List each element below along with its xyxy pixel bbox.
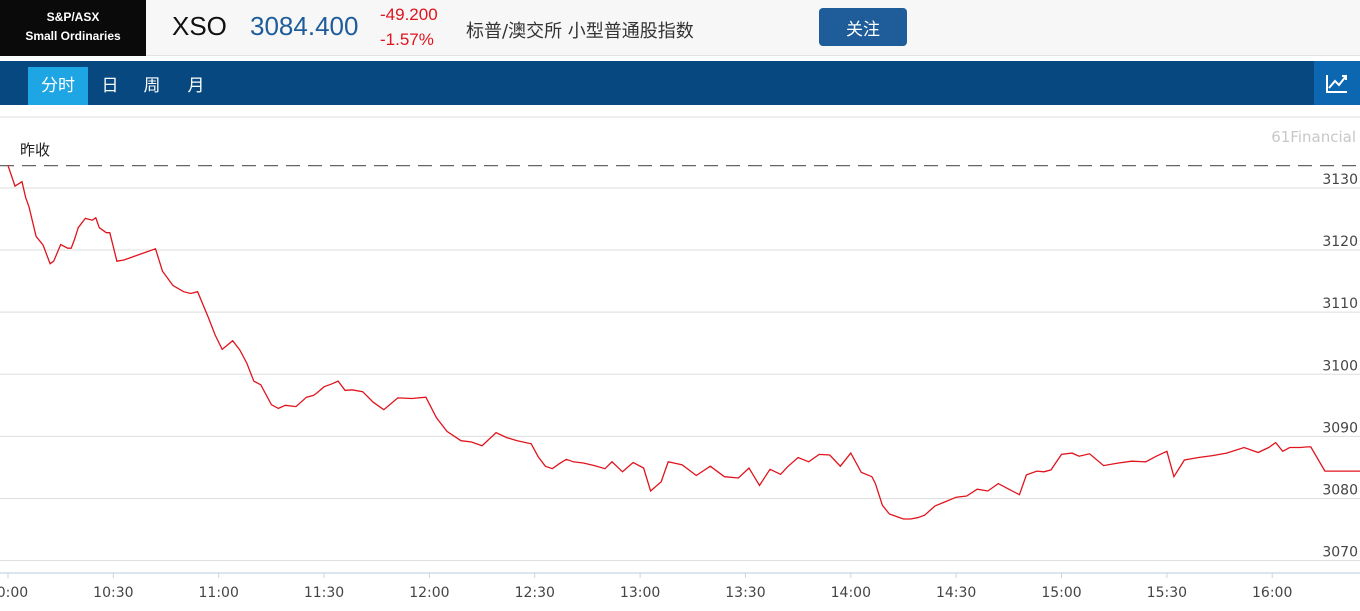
x-tick-label: 11:30 (304, 585, 344, 601)
x-tick-label: 15:30 (1147, 585, 1187, 601)
y-tick-label: 3090 (1322, 420, 1358, 436)
tab-weekly[interactable]: 周 (134, 67, 170, 105)
price-line (7, 165, 1360, 520)
y-tick-label: 3120 (1322, 234, 1358, 250)
tab-intraday[interactable]: 分时 (28, 67, 88, 105)
x-tick-label: 15:00 (1041, 585, 1081, 601)
x-tick-label: 12:30 (515, 585, 555, 601)
badge-line-1: S&P/ASX (46, 10, 100, 24)
x-tick-label: 12:00 (409, 585, 449, 601)
x-tick-label: 13:00 (620, 585, 660, 601)
watermark: 61Financial (1271, 128, 1356, 146)
price-change-percent: -1.57% (380, 30, 434, 49)
follow-button[interactable]: 关注 (819, 8, 907, 46)
tab-monthly[interactable]: 月 (178, 67, 214, 105)
prev-close-label: 昨收 (20, 141, 50, 159)
last-price: 3084.400 (250, 11, 359, 41)
intraday-chart: 昨收 61Financial 3070308030903100311031203… (0, 116, 1360, 601)
quote-header: S&P/ASX Small Ordinaries XSO 3084.400 -4… (0, 0, 1360, 56)
badge-line-2: Small Ordinaries (25, 29, 121, 43)
y-axis-labels: 3070 3080 3090 3100 3110 3120 3130 (1322, 172, 1358, 561)
x-tick-label: 11:00 (199, 585, 239, 601)
y-tick-label: 3070 (1322, 545, 1358, 561)
y-tick-label: 3110 (1322, 296, 1358, 312)
x-tick-label: 16:00 (1252, 585, 1292, 601)
index-name: 标普/澳交所 小型普通股指数 (466, 21, 694, 42)
y-tick-label: 3080 (1322, 482, 1358, 498)
ticker-symbol: XSO (172, 11, 227, 41)
grid-lines (0, 116, 1360, 574)
x-tick-label: 14:30 (936, 585, 976, 601)
index-badge: S&P/ASX Small Ordinaries (0, 0, 146, 56)
y-tick-label: 3130 (1322, 172, 1358, 188)
x-axis-labels: 10:00 10:30 11:00 11:30 12:00 12:30 13:00 13:30… (0, 573, 1292, 601)
y-tick-label: 3100 (1322, 358, 1358, 374)
x-tick-label: 10:30 (93, 585, 133, 601)
price-change: -49.200 (380, 5, 438, 24)
tab-daily[interactable]: 日 (92, 67, 128, 105)
x-tick-label: 13:30 (725, 585, 765, 601)
period-tab-bar: 分时 日 周 月 (0, 61, 1360, 105)
x-tick-label: 14:00 (831, 585, 871, 601)
x-tick-label: 10:00 (0, 585, 28, 601)
line-chart-icon[interactable] (1314, 61, 1360, 105)
